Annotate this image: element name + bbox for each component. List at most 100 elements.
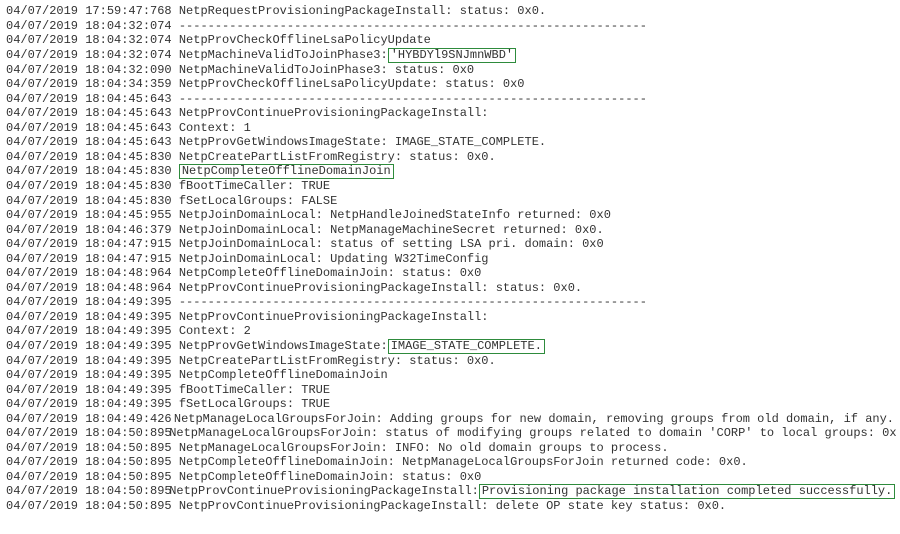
log-line: 04/07/2019 18:04:45:830 NetpCreatePartLi… bbox=[6, 150, 894, 165]
log-line: 04/07/2019 18:04:49:395 NetpCompleteOffl… bbox=[6, 368, 894, 383]
timestamp: 04/07/2019 17:59:47:768 bbox=[6, 4, 172, 19]
log-message: NetpProvContinueProvisioningPackageInsta… bbox=[179, 499, 726, 514]
log-message: NetpCreatePartListFromRegistry: status: … bbox=[179, 354, 496, 369]
log-line: 04/07/2019 18:04:49:395 NetpCreatePartLi… bbox=[6, 354, 894, 369]
log-message: ----------------------------------------… bbox=[179, 19, 647, 34]
log-line: 04/07/2019 18:04:48:964 NetpProvContinue… bbox=[6, 281, 894, 296]
log-line: 04/07/2019 18:04:45:643 Context: 1 bbox=[6, 121, 894, 136]
log-message: NetpJoinDomainLocal: NetpHandleJoinedSta… bbox=[179, 208, 611, 223]
log-line: 04/07/2019 18:04:50:895 NetpManageLocalG… bbox=[6, 426, 894, 441]
timestamp: 04/07/2019 18:04:49:395 bbox=[6, 383, 172, 398]
timestamp: 04/07/2019 18:04:32:074 bbox=[6, 33, 172, 48]
log-line: 04/07/2019 18:04:32:074 NetpProvCheckOff… bbox=[6, 33, 894, 48]
timestamp: 04/07/2019 18:04:46:379 bbox=[6, 223, 172, 238]
timestamp: 04/07/2019 18:04:32:074 bbox=[6, 48, 172, 63]
log-line: 04/07/2019 18:04:50:895 NetpProvContinue… bbox=[6, 484, 894, 499]
log-message: NetpProvContinueProvisioningPackageInsta… bbox=[179, 106, 489, 121]
timestamp: 04/07/2019 18:04:34:359 bbox=[6, 77, 172, 92]
timestamp: 04/07/2019 18:04:48:964 bbox=[6, 266, 172, 281]
log-message: NetpCreatePartListFromRegistry: status: … bbox=[179, 150, 496, 165]
log-message: ----------------------------------------… bbox=[179, 92, 647, 107]
log-message: NetpManageLocalGroupsForJoin: status of … bbox=[169, 426, 896, 441]
log-message: NetpProvGetWindowsImageState: IMAGE_STAT… bbox=[179, 135, 546, 150]
log-line: 04/07/2019 18:04:49:395 NetpProvGetWindo… bbox=[6, 339, 894, 354]
log-line: 04/07/2019 18:04:45:830 NetpCompleteOffl… bbox=[6, 164, 894, 179]
timestamp: 04/07/2019 18:04:45:643 bbox=[6, 106, 172, 121]
timestamp: 04/07/2019 18:04:32:074 bbox=[6, 19, 172, 34]
log-line: 04/07/2019 18:04:50:895 NetpCompleteOffl… bbox=[6, 455, 894, 470]
timestamp: 04/07/2019 18:04:50:895 bbox=[6, 426, 162, 441]
timestamp: 04/07/2019 18:04:48:964 bbox=[6, 281, 172, 296]
timestamp: 04/07/2019 18:04:50:895 bbox=[6, 499, 172, 514]
log-message: NetpJoinDomainLocal: Updating W32TimeCon… bbox=[179, 252, 489, 267]
highlight-box: IMAGE_STATE_COMPLETE. bbox=[388, 339, 545, 354]
log-line: 04/07/2019 18:04:49:395 Context: 2 bbox=[6, 324, 894, 339]
timestamp: 04/07/2019 18:04:49:395 bbox=[6, 324, 172, 339]
log-line: 04/07/2019 18:04:49:395 ----------------… bbox=[6, 295, 894, 310]
log-line: 04/07/2019 18:04:45:643 NetpProvGetWindo… bbox=[6, 135, 894, 150]
timestamp: 04/07/2019 18:04:49:395 bbox=[6, 354, 172, 369]
timestamp: 04/07/2019 18:04:49:395 bbox=[6, 339, 172, 354]
timestamp: 04/07/2019 18:04:49:426 bbox=[6, 412, 167, 427]
timestamp: 04/07/2019 18:04:45:643 bbox=[6, 135, 172, 150]
log-message: NetpManageLocalGroupsForJoin: INFO: No o… bbox=[179, 441, 669, 456]
log-line: 04/07/2019 18:04:49:395 fBootTimeCaller:… bbox=[6, 383, 894, 398]
highlight-box: Provisioning package installation comple… bbox=[479, 484, 895, 499]
log-line: 04/07/2019 18:04:45:643 ----------------… bbox=[6, 92, 894, 107]
timestamp: 04/07/2019 18:04:49:395 bbox=[6, 295, 172, 310]
log-line: 04/07/2019 18:04:34:359 NetpProvCheckOff… bbox=[6, 77, 894, 92]
log-message: NetpCompleteOfflineDomainJoin: status: 0… bbox=[179, 266, 481, 281]
log-line: 04/07/2019 18:04:45:643 NetpProvContinue… bbox=[6, 106, 894, 121]
log-message-pre: NetpProvGetWindowsImageState: bbox=[179, 339, 388, 354]
log-message: NetpJoinDomainLocal: status of setting L… bbox=[179, 237, 604, 252]
timestamp: 04/07/2019 18:04:50:895 bbox=[6, 484, 162, 499]
timestamp: 04/07/2019 18:04:45:830 bbox=[6, 179, 172, 194]
log-line: 04/07/2019 18:04:49:395 NetpProvContinue… bbox=[6, 310, 894, 325]
log-message-pre: NetpMachineValidToJoinPhase3: bbox=[179, 48, 388, 63]
log-message: NetpCompleteOfflineDomainJoin bbox=[179, 368, 388, 383]
log-message: NetpProvContinueProvisioningPackageInsta… bbox=[179, 310, 489, 325]
timestamp: 04/07/2019 18:04:45:643 bbox=[6, 121, 172, 136]
log-line: 04/07/2019 18:04:50:895 NetpManageLocalG… bbox=[6, 441, 894, 456]
log-line: 04/07/2019 18:04:49:395 fSetLocalGroups:… bbox=[6, 397, 894, 412]
log-message: Context: 1 bbox=[179, 121, 251, 136]
timestamp: 04/07/2019 18:04:32:090 bbox=[6, 63, 172, 78]
timestamp: 04/07/2019 18:04:49:395 bbox=[6, 310, 172, 325]
log-message: NetpMachineValidToJoinPhase3: status: 0x… bbox=[179, 63, 474, 78]
log-message: NetpCompleteOfflineDomainJoin: status: 0… bbox=[179, 470, 481, 485]
log-message: fBootTimeCaller: TRUE bbox=[179, 383, 330, 398]
log-message: NetpProvContinueProvisioningPackageInsta… bbox=[179, 281, 582, 296]
log-line: 04/07/2019 18:04:47:915 NetpJoinDomainLo… bbox=[6, 252, 894, 267]
log-line: 04/07/2019 18:04:32:074 NetpMachineValid… bbox=[6, 48, 894, 63]
timestamp: 04/07/2019 18:04:45:830 bbox=[6, 150, 172, 165]
log-message: NetpManageLocalGroupsForJoin: Adding gro… bbox=[174, 412, 894, 427]
log-line: 04/07/2019 18:04:49:426 NetpManageLocalG… bbox=[6, 412, 894, 427]
log-line: 04/07/2019 18:04:50:895 NetpCompleteOffl… bbox=[6, 470, 894, 485]
timestamp: 04/07/2019 18:04:47:915 bbox=[6, 237, 172, 252]
timestamp: 04/07/2019 18:04:45:643 bbox=[6, 92, 172, 107]
log-message: NetpProvCheckOfflineLsaPolicyUpdate: sta… bbox=[179, 77, 525, 92]
log-message: NetpProvCheckOfflineLsaPolicyUpdate bbox=[179, 33, 431, 48]
timestamp: 04/07/2019 18:04:45:830 bbox=[6, 194, 172, 209]
log-message: fBootTimeCaller: TRUE bbox=[179, 179, 330, 194]
log-message: NetpCompleteOfflineDomainJoin: NetpManag… bbox=[179, 455, 748, 470]
log-line: 04/07/2019 17:59:47:768 NetpRequestProvi… bbox=[6, 4, 894, 19]
log-line: 04/07/2019 18:04:45:830 fSetLocalGroups:… bbox=[6, 194, 894, 209]
log-line: 04/07/2019 18:04:45:955 NetpJoinDomainLo… bbox=[6, 208, 894, 223]
log-line: 04/07/2019 18:04:47:915 NetpJoinDomainLo… bbox=[6, 237, 894, 252]
timestamp: 04/07/2019 18:04:49:395 bbox=[6, 368, 172, 383]
log-message-pre: NetpProvContinueProvisioningPackageInsta… bbox=[169, 484, 479, 499]
timestamp: 04/07/2019 18:04:50:895 bbox=[6, 441, 172, 456]
log-message: NetpRequestProvisioningPackageInstall: s… bbox=[179, 4, 546, 19]
log-view: 04/07/2019 17:59:47:768 NetpRequestProvi… bbox=[0, 0, 900, 518]
timestamp: 04/07/2019 18:04:47:915 bbox=[6, 252, 172, 267]
log-line: 04/07/2019 18:04:46:379 NetpJoinDomainLo… bbox=[6, 223, 894, 238]
timestamp: 04/07/2019 18:04:50:895 bbox=[6, 470, 172, 485]
log-message: fSetLocalGroups: FALSE bbox=[179, 194, 337, 209]
log-message: fSetLocalGroups: TRUE bbox=[179, 397, 330, 412]
log-line: 04/07/2019 18:04:45:830 fBootTimeCaller:… bbox=[6, 179, 894, 194]
timestamp: 04/07/2019 18:04:50:895 bbox=[6, 455, 172, 470]
timestamp: 04/07/2019 18:04:45:830 bbox=[6, 164, 172, 179]
log-line: 04/07/2019 18:04:50:895 NetpProvContinue… bbox=[6, 499, 894, 514]
highlight-box: 'HYBDYl9SNJmnWBD' bbox=[388, 48, 516, 63]
